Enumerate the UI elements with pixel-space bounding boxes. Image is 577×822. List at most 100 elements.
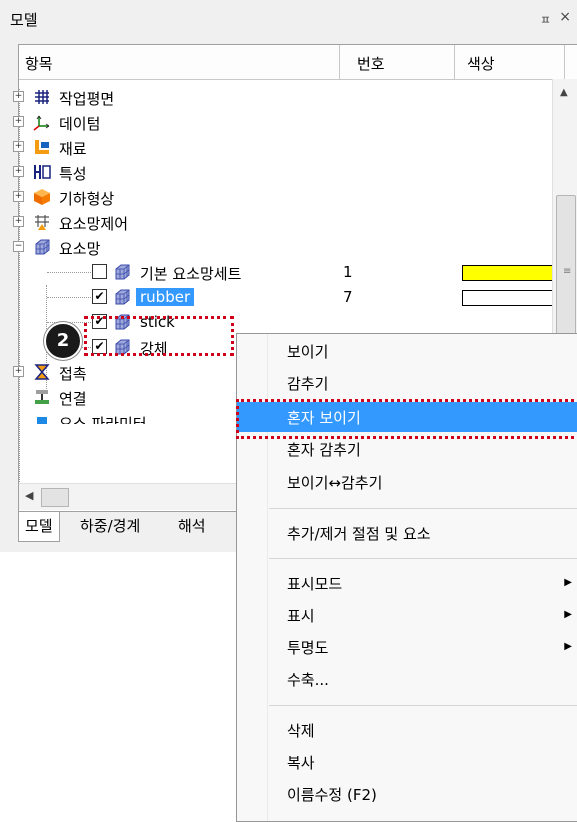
menu-item-label: 삭제	[287, 722, 315, 740]
submenu-arrow-icon: ▶	[564, 609, 572, 620]
menu-separator	[269, 508, 577, 509]
scroll-thumb[interactable]: ≡	[556, 195, 576, 347]
tree-line	[47, 272, 91, 273]
collapse-icon[interactable]: −	[13, 241, 24, 252]
tab-model[interactable]: 모델	[18, 512, 60, 542]
menu-separator	[269, 705, 577, 706]
connection-icon	[33, 388, 51, 406]
panel-titlebar: 모델 ㅍ ×	[0, 0, 577, 36]
mesh-set-label: rubber	[136, 288, 195, 306]
mesh-icon	[113, 288, 131, 306]
menu-item-label: 투명도	[287, 639, 329, 657]
menu-item-shrink[interactable]: 수축...	[237, 664, 577, 694]
menu-item-rename[interactable]: 이름수정 (F2)	[237, 779, 577, 809]
menu-item-hide[interactable]: 감추기	[237, 368, 577, 398]
menu-item-label: 표시모드	[287, 575, 343, 593]
menu-item-transparency[interactable]: 투명도 ▶	[237, 632, 577, 662]
mesh-set-label: 기본 요소망세트	[140, 265, 242, 283]
menu-item-label: 추가/제거 절점 및 요소	[287, 525, 431, 543]
tree-item-label: 재료	[59, 140, 87, 158]
tree-item-label: 기하형상	[59, 190, 115, 208]
scroll-up-icon[interactable]: ▲	[560, 87, 568, 98]
column-divider[interactable]	[339, 45, 340, 79]
grip-icon: ≡	[563, 266, 572, 277]
column-divider[interactable]	[564, 45, 565, 79]
mesh-icon	[113, 263, 131, 281]
expand-icon[interactable]: +	[13, 366, 24, 377]
visibility-checkbox[interactable]: ✔	[92, 289, 107, 304]
tree-item-label: 요소망	[59, 240, 101, 258]
column-divider[interactable]	[454, 45, 455, 79]
color-swatch[interactable]	[462, 265, 556, 281]
column-header-item[interactable]: 항목	[25, 53, 53, 74]
mesh-set-row-selected[interactable]: ✔ rubber 7	[19, 285, 556, 309]
menu-item-copy[interactable]: 복사	[237, 747, 577, 777]
geometry-cube-icon	[33, 188, 51, 206]
tree-item-label: 작업평면	[59, 90, 115, 108]
column-header-color[interactable]: 색상	[467, 53, 495, 74]
expand-icon[interactable]: +	[13, 141, 24, 152]
property-icon	[33, 163, 51, 181]
menu-item-label: 복사	[287, 754, 315, 772]
submenu-arrow-icon: ▶	[564, 641, 572, 652]
menu-item-label: 보이기↔감추기	[287, 474, 383, 492]
expand-icon[interactable]: +	[13, 191, 24, 202]
mesh-set-row[interactable]: 기본 요소망세트 1	[19, 260, 556, 284]
scroll-thumb[interactable]	[41, 488, 69, 507]
close-icon[interactable]: ×	[559, 9, 571, 25]
tree-item-mesh[interactable]: − 요소망	[13, 235, 552, 259]
expand-icon[interactable]: +	[13, 91, 24, 102]
pin-icon[interactable]: ㅍ	[540, 11, 551, 28]
menu-item-label: 이름수정 (F2)	[287, 786, 377, 804]
tree-item-material[interactable]: + 재료	[13, 135, 552, 159]
step-badge: 2	[44, 322, 82, 360]
submenu-arrow-icon: ▶	[564, 577, 572, 588]
menu-item-delete[interactable]: 삭제	[237, 715, 577, 745]
tree-item-mesh-control[interactable]: + 요소망제어	[13, 210, 552, 234]
expand-icon[interactable]: +	[13, 216, 24, 227]
panel-title: 모델	[10, 11, 38, 29]
menu-item-display[interactable]: 표시 ▶	[237, 600, 577, 630]
tab-load-boundary[interactable]: 하중/경계	[80, 512, 140, 541]
contact-icon	[33, 363, 51, 381]
menu-item-label: 보이기	[287, 343, 329, 361]
mesh-set-number: 7	[343, 288, 353, 306]
material-icon	[33, 138, 51, 156]
scroll-left-icon[interactable]: ◀	[25, 489, 33, 502]
tree-item-label: 특성	[59, 165, 87, 183]
tree-item-label: 데이텀	[59, 115, 101, 133]
menu-item-show[interactable]: 보이기	[237, 336, 577, 366]
expand-icon[interactable]: +	[13, 116, 24, 127]
menu-item-label: 표시	[287, 607, 315, 625]
tree-item-workplane[interactable]: + 작업평면	[13, 85, 552, 109]
panel-tabs: 모델 하중/경계 해석	[18, 512, 248, 544]
grid-icon	[33, 88, 51, 106]
color-swatch[interactable]	[462, 290, 556, 306]
tab-analysis[interactable]: 해석	[178, 512, 206, 541]
menu-separator	[269, 558, 577, 559]
tree-item-datum[interactable]: + 데이텀	[13, 110, 552, 134]
highlight-rubber	[84, 316, 234, 356]
tree-header: 항목 번호 색상	[19, 45, 577, 80]
menu-item-add-remove[interactable]: 추가/제거 절점 및 요소	[237, 518, 577, 548]
menu-item-label: 수축...	[287, 671, 329, 689]
menu-item-display-mode[interactable]: 표시모드 ▶	[237, 568, 577, 598]
expand-icon[interactable]: +	[13, 166, 24, 177]
column-header-number[interactable]: 번호	[357, 53, 385, 74]
tree-item-label: 요소 파라미터	[59, 415, 147, 424]
parameter-icon	[33, 413, 51, 424]
visibility-checkbox[interactable]	[92, 264, 107, 279]
tree-item-label: 요소망제어	[59, 215, 129, 233]
menu-item-label: 혼자 감추기	[287, 441, 361, 459]
mesh-set-number: 1	[343, 263, 353, 281]
tree-item-property[interactable]: + 특성	[13, 160, 552, 184]
mesh-control-icon	[33, 213, 51, 231]
tree-item-geometry[interactable]: + 기하형상	[13, 185, 552, 209]
menu-item-toggle-visibility[interactable]: 보이기↔감추기	[237, 467, 577, 497]
tree-line	[47, 297, 91, 298]
tree-item-label: 연결	[59, 390, 87, 408]
highlight-show-only	[236, 399, 577, 439]
tree-item-label: 접촉	[59, 365, 87, 383]
axes-icon	[33, 113, 51, 131]
menu-item-label: 감추기	[287, 375, 329, 393]
